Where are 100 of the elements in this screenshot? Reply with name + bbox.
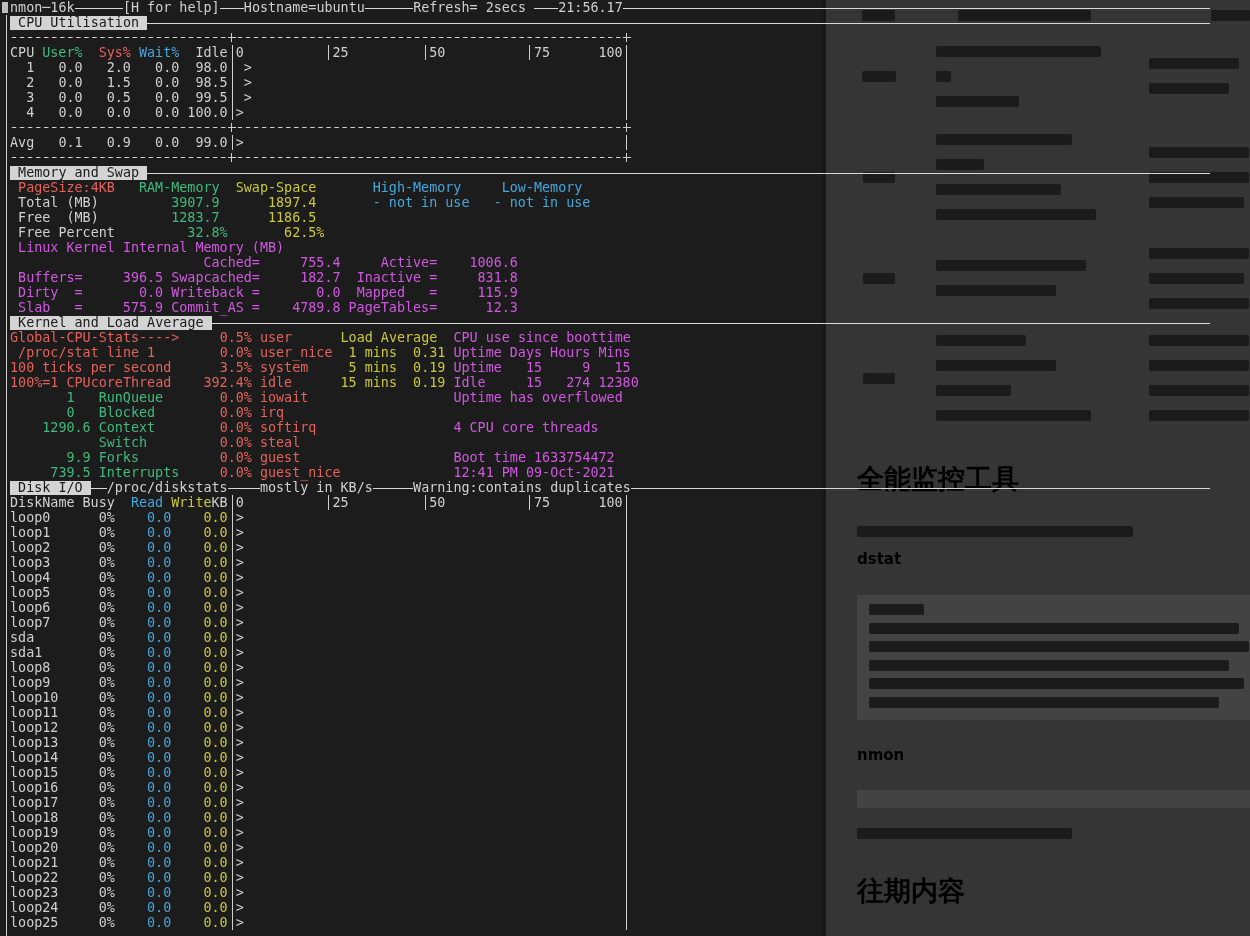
column-header: Days <box>509 347 543 359</box>
table-cell: 99.0 <box>195 137 228 149</box>
table-cell: 0% <box>98 797 115 809</box>
bar-end-marker: > <box>235 106 244 119</box>
stat-label: Cached= <box>203 257 260 269</box>
table-cell: 0% <box>98 782 115 794</box>
cpu-id: 2 <box>26 77 35 89</box>
section-title: CPU Utilisation <box>10 15 148 30</box>
disk-name: loop22 <box>10 872 59 884</box>
header-note: /proc/diskstats <box>106 481 228 494</box>
table-cell: 0.0 <box>203 602 228 614</box>
cpu-state-label: idle <box>259 376 293 389</box>
scale-label: 25 <box>332 46 349 59</box>
row-label: Free (MB) <box>18 212 99 224</box>
table-cell: 0.0 <box>203 737 228 749</box>
bar-end-marker: > <box>235 781 244 794</box>
table-cell: 0.0 <box>147 692 172 704</box>
bar-end-marker: > <box>235 676 244 689</box>
table-cell: 0.9 <box>106 137 131 149</box>
bar-end-marker: > <box>235 601 244 614</box>
table-cell: 0.1 <box>58 137 83 149</box>
table-cell: 0.0 <box>147 572 172 584</box>
column-header: Low-Memory <box>501 182 583 194</box>
bar-end-marker: > <box>235 661 244 674</box>
counter-name: Context <box>98 421 156 434</box>
cpu-state-label: system <box>259 361 309 374</box>
disk-name: loop13 <box>10 737 59 749</box>
table-cell: 0% <box>98 737 115 749</box>
column-header: Sys% <box>98 47 131 59</box>
table-cell: 0.0 <box>155 107 180 119</box>
table-cell: 0.0 <box>147 662 172 674</box>
table-cell: 0.0 <box>147 872 172 884</box>
table-cell: 0.0 <box>203 797 228 809</box>
table-cell: 0.0 <box>155 92 180 104</box>
table-cell: 0.0 <box>203 662 228 674</box>
cpu-state-label: softirq <box>259 421 317 434</box>
counter-name: RunQueue <box>98 391 164 404</box>
counter-number: 0 <box>66 406 75 419</box>
stat-note: 100%=1 CPUcoreThread <box>10 376 172 389</box>
counter-name: Interrupts <box>98 466 180 479</box>
bar-end-marker: > <box>235 556 244 569</box>
table-cell: 0.0 <box>203 902 228 914</box>
table-cell: 0.0 <box>203 512 228 524</box>
table-cell: 0.0 <box>147 917 172 929</box>
counter-name: Blocked <box>98 406 156 419</box>
scale-label: 0 <box>235 496 244 509</box>
table-cell: 32.8% <box>187 227 228 239</box>
cpu-percent: 0.0% <box>219 451 252 464</box>
table-cell: 0.0 <box>203 587 228 599</box>
table-cell: 0% <box>98 527 115 539</box>
table-cell: 0.0 <box>203 572 228 584</box>
bar-end-marker: > <box>235 751 244 764</box>
stat-label: Buffers= <box>18 272 83 284</box>
table-cell: 0% <box>98 572 115 584</box>
cpu-state-label: iowait <box>259 391 309 404</box>
table-cell: 0.0 <box>147 797 172 809</box>
load-value: 0.19 <box>413 376 446 389</box>
disk-name: loop9 <box>10 677 51 689</box>
disk-name: loop12 <box>10 722 59 734</box>
table-cell: 0.5 <box>106 92 131 104</box>
table-cell: - not in use <box>372 197 470 209</box>
table-cell: 0% <box>98 902 115 914</box>
disk-name: loop7 <box>10 617 51 629</box>
load-value: 0.19 <box>413 361 446 374</box>
bar-end-marker: > <box>235 586 244 599</box>
table-cell: 0% <box>98 617 115 629</box>
stat-value: 4789.8 <box>292 302 341 314</box>
stat-label: Commit_AS = <box>171 302 260 314</box>
bar-end-marker: > <box>243 76 252 89</box>
table-cell: 0% <box>98 632 115 644</box>
bar-end-marker: > <box>243 91 252 104</box>
table-cell: 0.0 <box>155 77 180 89</box>
counter-number: 1290.6 <box>42 421 91 434</box>
stat-note: 100 ticks per second <box>10 361 172 374</box>
page-size-label: PageSize:4KB <box>18 182 115 194</box>
stat-label: Dirty = <box>18 287 83 299</box>
table-cell: 0% <box>98 857 115 869</box>
table-cell: 0% <box>98 587 115 599</box>
stat-value: 575.9 <box>122 302 164 314</box>
cpu-state-label: guest_nice <box>259 466 341 479</box>
counter-number: 1 <box>66 391 75 404</box>
bar-end-marker: > <box>235 526 244 539</box>
table-cell: 0.0 <box>203 632 228 644</box>
table-cell: 0.0 <box>203 557 228 569</box>
row-label: Free Percent <box>18 227 115 239</box>
column-header: Swap-Space <box>235 182 317 194</box>
table-cell: 0.0 <box>58 62 83 74</box>
table-cell: 15 <box>525 362 543 374</box>
counter-name: Switch <box>98 436 148 449</box>
table-cell: 0.0 <box>203 542 228 554</box>
bar-end-marker: > <box>235 841 244 854</box>
bar-end-marker: > <box>235 616 244 629</box>
table-cell: 0% <box>98 917 115 929</box>
cpu-id: 1 <box>26 62 35 74</box>
table-cell: 1283.7 <box>171 212 220 224</box>
table-cell: 98.5 <box>195 77 228 89</box>
bar-end-marker: > <box>235 721 244 734</box>
table-cell: 0% <box>98 647 115 659</box>
bar-end-marker: > <box>243 61 252 74</box>
disk-name: loop17 <box>10 797 59 809</box>
